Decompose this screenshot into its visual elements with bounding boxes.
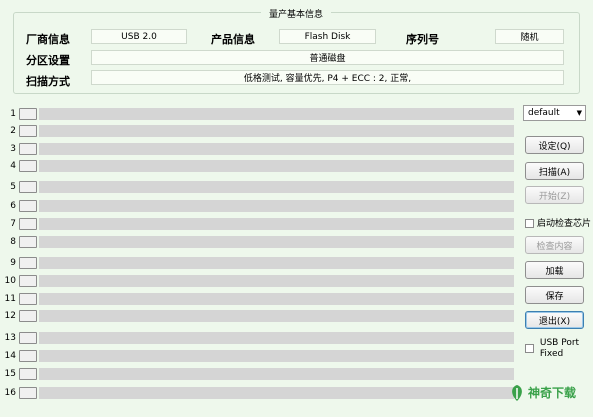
scan-button[interactable]: 扫描(A) (525, 162, 584, 180)
device-row-number: 4 (10, 161, 16, 171)
device-progress-bar (39, 310, 514, 322)
device-progress-bar (39, 200, 514, 212)
vendor-label: 厂商信息 (26, 33, 70, 46)
usb-port-fixed-label-line2: Fixed (539, 349, 564, 359)
device-row-button[interactable] (19, 125, 37, 137)
device-row-button[interactable] (19, 350, 37, 362)
check-chip-checkbox[interactable]: 启动检查芯片 (525, 216, 591, 229)
device-row-button[interactable] (19, 236, 37, 248)
device-row-button[interactable] (19, 310, 37, 322)
device-row-number: 14 (4, 351, 16, 361)
device-progress-bar (39, 108, 514, 120)
check-content-button[interactable]: 检查内容 (525, 236, 584, 254)
device-row-button[interactable] (19, 332, 37, 344)
exit-button[interactable]: 退出(X) (525, 311, 584, 329)
usb-port-fixed-checkbox[interactable]: USB Port Fixed (525, 338, 579, 360)
device-row-number: 8 (10, 237, 16, 247)
device-row-number: 7 (10, 219, 16, 229)
device-row-number: 5 (10, 182, 16, 192)
device-row-button[interactable] (19, 368, 37, 380)
device-row-button[interactable] (19, 200, 37, 212)
checkbox-box (525, 219, 534, 228)
mode-select[interactable]: default ▼ (523, 105, 586, 121)
usb-port-fixed-label-line1: USB Port (539, 338, 580, 348)
device-progress-bar (39, 160, 514, 172)
device-row-number: 3 (10, 144, 16, 154)
device-row-number: 12 (4, 311, 16, 321)
partition-field[interactable]: 普通磁盘 (91, 50, 564, 65)
device-row-button[interactable] (19, 293, 37, 305)
vendor-field[interactable]: USB 2.0 (91, 29, 187, 44)
device-row-number: 11 (4, 294, 16, 304)
device-row-button[interactable] (19, 160, 37, 172)
device-row-number: 15 (4, 369, 16, 379)
device-row-number: 10 (4, 276, 16, 286)
device-row-button[interactable] (19, 257, 37, 269)
device-progress-bar (39, 218, 514, 230)
device-progress-bar (39, 368, 514, 380)
mode-select-value: default (528, 108, 560, 118)
product-field[interactable]: Flash Disk (279, 29, 376, 44)
device-progress-bar (39, 332, 514, 344)
device-progress-bar (39, 293, 514, 305)
partition-label: 分区设置 (26, 54, 70, 67)
start-button[interactable]: 开始(Z) (525, 186, 584, 204)
device-row-button[interactable] (19, 143, 37, 155)
checkbox-box (525, 344, 534, 353)
device-progress-bar (39, 181, 514, 193)
device-row-number: 2 (10, 126, 16, 136)
device-progress-bar (39, 236, 514, 248)
device-row-number: 13 (4, 333, 16, 343)
device-progress-bar (39, 143, 514, 155)
device-progress-bar (39, 387, 514, 399)
save-button[interactable]: 保存 (525, 286, 584, 304)
scan-method-label: 扫描方式 (26, 75, 70, 88)
device-progress-bar (39, 257, 514, 269)
info-group-title: 量产基本信息 (261, 7, 331, 20)
watermark-logo: 神奇下载 (508, 382, 588, 404)
scan-method-field[interactable]: 低格测试, 容量优先, P4 + ECC : 2, 正常, (91, 70, 564, 85)
device-row-number: 1 (10, 109, 16, 119)
check-chip-label: 启动检查芯片 (537, 219, 592, 229)
mass-production-info-group: 量产基本信息 厂商信息 USB 2.0 产品信息 Flash Disk 序列号 … (13, 7, 580, 94)
device-row-number: 9 (10, 258, 16, 268)
device-row-button[interactable] (19, 218, 37, 230)
serial-label: 序列号 (406, 33, 439, 46)
chevron-down-icon: ▼ (576, 109, 582, 117)
device-progress-bar (39, 125, 514, 137)
leaf-logo-icon (512, 385, 522, 401)
settings-button[interactable]: 设定(Q) (525, 136, 584, 154)
watermark-text: 神奇下载 (528, 386, 577, 400)
device-row-button[interactable] (19, 275, 37, 287)
product-label: 产品信息 (211, 33, 255, 46)
device-row-button[interactable] (19, 108, 37, 120)
serial-field[interactable]: 随机 (495, 29, 564, 44)
device-row-number: 6 (10, 201, 16, 211)
device-row-button[interactable] (19, 181, 37, 193)
device-progress-bar (39, 275, 514, 287)
load-button[interactable]: 加载 (525, 261, 584, 279)
device-row-number: 16 (4, 388, 16, 398)
device-progress-bar (39, 350, 514, 362)
device-row-button[interactable] (19, 387, 37, 399)
